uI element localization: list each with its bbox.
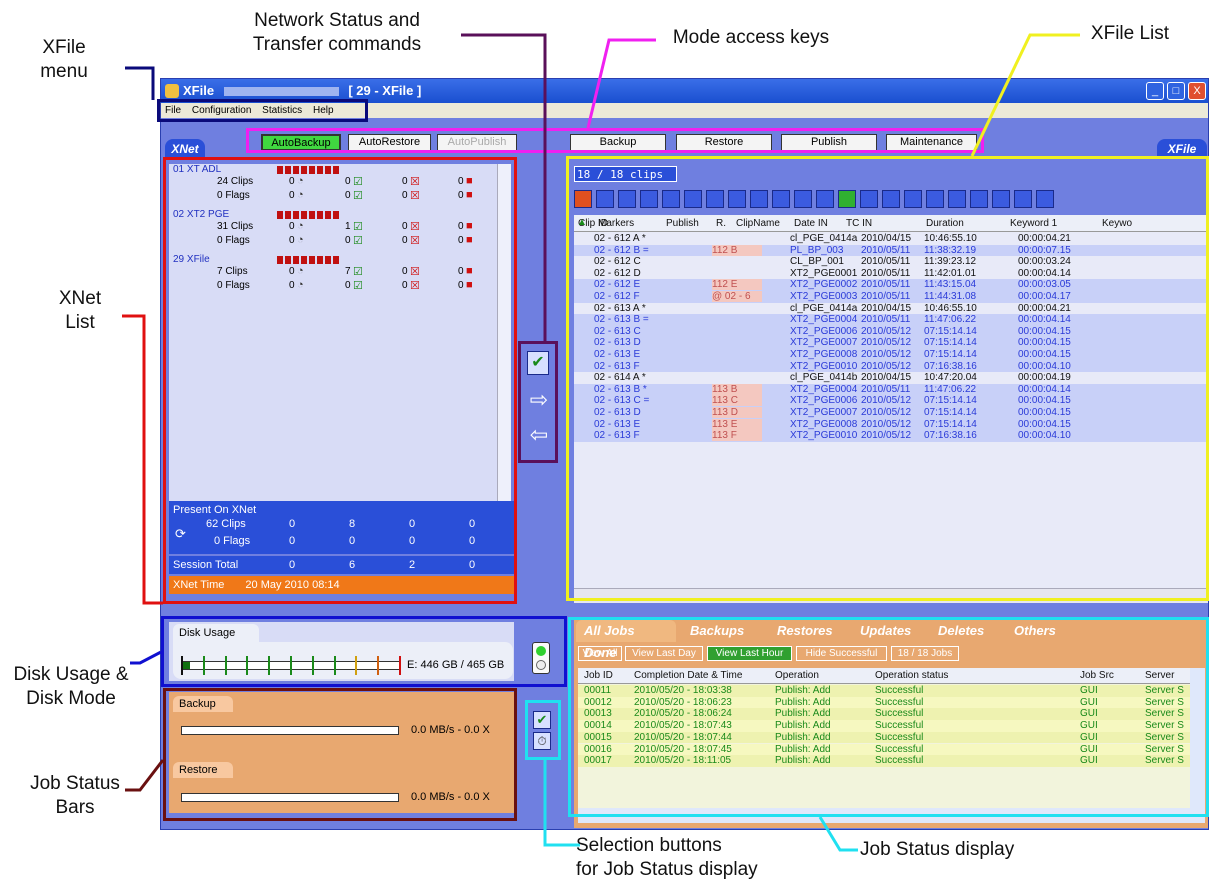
- callout-network-status-text: Network Status and Transfer commands: [252, 10, 422, 55]
- callout-xnet-list: XNet List: [40, 287, 120, 335]
- callout-mode-keys: Mode access keys: [656, 26, 846, 50]
- callout-network-status: Network Status and Transfer commands: [237, 9, 437, 57]
- callout-job-bars-text: Job Status Bars: [30, 773, 120, 818]
- callout-selection-buttons: Selection buttons for Job Status display: [576, 834, 786, 882]
- callout-disk-usage-text: Disk Usage & Disk Mode: [13, 664, 129, 709]
- annotation-lines: [122, 33, 1080, 852]
- callout-xfile-list: XFile List: [1075, 22, 1185, 46]
- callout-xnet-list-text: XNet List: [58, 288, 102, 333]
- callout-job-bars: Job Status Bars: [20, 772, 130, 820]
- callout-selection-buttons-text: Selection buttons for Job Status display: [576, 835, 758, 880]
- callout-disk-usage: Disk Usage & Disk Mode: [6, 663, 136, 711]
- callout-xfile-list-text: XFile List: [1090, 23, 1170, 44]
- callout-xfile-menu-text: XFile menu: [40, 37, 88, 82]
- callout-job-status-display-text: Job Status display: [860, 839, 1015, 860]
- callout-job-status-display: Job Status display: [860, 838, 1040, 862]
- callout-mode-keys-text: Mode access keys: [672, 27, 830, 48]
- callout-xfile-menu: XFile menu: [30, 36, 98, 84]
